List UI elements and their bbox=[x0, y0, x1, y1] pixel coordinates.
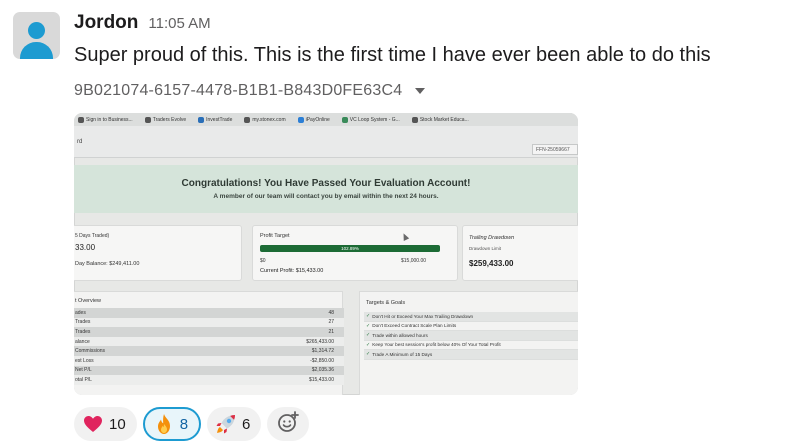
day-balance: Day Balance: $249,411.00 bbox=[75, 261, 140, 267]
author-name[interactable]: Jordon bbox=[74, 12, 138, 34]
photo-app-header: rd FFN-25059667 bbox=[74, 126, 578, 158]
reaction-heart[interactable]: 10 bbox=[74, 407, 137, 441]
days-traded-label: 5 Days Traded) bbox=[75, 233, 110, 239]
photo-account-id: FFN-25059667 bbox=[532, 144, 578, 155]
photo-profit-card: Profit Target 102.89% $0 $15,000.00 Curr… bbox=[252, 225, 458, 281]
bookmarks-bar: Sign in to Business... Traders Evolve In… bbox=[74, 113, 578, 126]
heart-icon bbox=[82, 413, 104, 435]
overview-row: est Loss -$2,850.00 bbox=[74, 355, 344, 366]
reaction-count: 10 bbox=[109, 415, 126, 433]
banner-title: Congratulations! You Have Passed Your Ev… bbox=[181, 178, 471, 189]
reaction-fire[interactable]: 8 bbox=[142, 407, 202, 441]
drawdown-sub: Drawdown Limit bbox=[469, 246, 502, 251]
overview-row: Net P/L $2,035.36 bbox=[74, 365, 344, 376]
bookmark: Traders Evolve bbox=[144, 116, 186, 123]
reaction-count: 8 bbox=[179, 415, 189, 433]
drawdown-label: Trailing Drawdown bbox=[469, 235, 515, 241]
photo-goals-panel: Targets & Goals ✓ Don't Hit or Exceed You… bbox=[359, 291, 578, 395]
goal-item: ✓ Don't Exceed Contract Scale Plan Limits bbox=[364, 322, 578, 331]
bookmark: iPayOnline bbox=[297, 116, 330, 123]
photo-days-card: 5 Days Traded) 33.00 Day Balance: $249,4… bbox=[74, 225, 242, 281]
check-icon: ✓ bbox=[366, 351, 371, 358]
goal-item: ✓ Trade within allowed hours bbox=[364, 331, 578, 341]
avatar[interactable] bbox=[13, 12, 60, 59]
attachment-name-label: 9B021074-6157-4478-B1B1-B843D0FE63C4 bbox=[74, 82, 403, 99]
add-emoji-icon bbox=[276, 410, 300, 439]
message-text: Super proud of this. This is the first t… bbox=[74, 44, 711, 66]
profit-percent: 102.89% bbox=[341, 246, 359, 251]
photo-overview-panel: t Overview ades 48 Trades 27 Trades 21 alan… bbox=[74, 291, 344, 395]
photo-app-title: rd bbox=[77, 139, 83, 145]
overview-row: otal P/L $15,433.00 bbox=[74, 375, 344, 385]
goal-item: ✓ Keep Your best session's profit below 4… bbox=[364, 341, 578, 350]
rocket-icon bbox=[215, 413, 237, 435]
overview-row: Commissions $1,314.72 bbox=[74, 346, 344, 356]
goal-item: ✓ Don't Hit or Exceed Your Max Trailing D… bbox=[364, 312, 578, 322]
reactions-bar: 10 8 6 bbox=[74, 407, 310, 441]
profit-target-label: Profit Target bbox=[260, 233, 290, 239]
goal-item: ✓ Trade A Minimum of 15 Days bbox=[364, 350, 578, 360]
bookmark: InvestTrade bbox=[198, 116, 232, 123]
photo-drawdown-card: Trailing Drawdown Drawdown Limit $259,43… bbox=[462, 225, 578, 281]
overview-row: Trades 27 bbox=[74, 317, 344, 328]
attached-image[interactable]: Sign in to Business... Traders Evolve In… bbox=[74, 113, 578, 395]
profit-min: $0 bbox=[260, 258, 266, 264]
overview-row: Trades 21 bbox=[74, 327, 344, 337]
check-icon: ✓ bbox=[366, 341, 371, 348]
profit-progress-bar: 102.89% bbox=[260, 245, 440, 252]
overview-rows: ades 48 Trades 27 Trades 21 alance $265,433.… bbox=[74, 308, 344, 385]
chevron-down-icon[interactable] bbox=[415, 88, 426, 94]
bookmark: my.stonex.com bbox=[244, 116, 286, 123]
current-profit: Current Profit: $15,433.00 bbox=[260, 268, 324, 274]
message: Jordon 11:05 AM Super proud of this. Thi… bbox=[0, 0, 798, 448]
goal-list: ✓ Don't Hit or Exceed Your Max Trailing D… bbox=[364, 312, 578, 360]
overview-title: t Overview bbox=[75, 298, 101, 304]
avatar-body-shape bbox=[20, 42, 53, 59]
check-icon: ✓ bbox=[366, 332, 371, 339]
overview-row: alance $265,433.00 bbox=[74, 336, 344, 347]
check-icon: ✓ bbox=[366, 313, 371, 320]
photo-success-banner: Congratulations! You Have Passed Your Ev… bbox=[74, 165, 578, 213]
fire-icon bbox=[153, 413, 175, 435]
bookmark: Sign in to Business... bbox=[78, 116, 133, 123]
overview-row: ades 48 bbox=[74, 308, 344, 318]
drawdown-value: $259,433.00 bbox=[469, 259, 514, 268]
banner-subtitle: A member of our team will contact you by… bbox=[213, 193, 439, 200]
message-header: Jordon 11:05 AM bbox=[74, 12, 211, 34]
bookmark: VC Loop System - G... bbox=[341, 116, 400, 123]
reaction-rocket[interactable]: 6 bbox=[207, 407, 262, 441]
profit-max: $15,000.00 bbox=[401, 258, 427, 264]
reaction-count: 6 bbox=[242, 415, 251, 433]
bookmark: Stock Market Educa... bbox=[411, 116, 469, 123]
avatar-head-shape bbox=[28, 22, 45, 39]
goals-title: Targets & Goals bbox=[366, 300, 406, 306]
check-icon: ✓ bbox=[366, 322, 371, 329]
timestamp[interactable]: 11:05 AM bbox=[148, 15, 210, 32]
add-reaction-button[interactable] bbox=[267, 407, 310, 441]
attachment-name[interactable]: 9B021074-6157-4478-B1B1-B843D0FE63C4 bbox=[74, 82, 426, 100]
days-traded-value: 33.00 bbox=[75, 243, 96, 252]
